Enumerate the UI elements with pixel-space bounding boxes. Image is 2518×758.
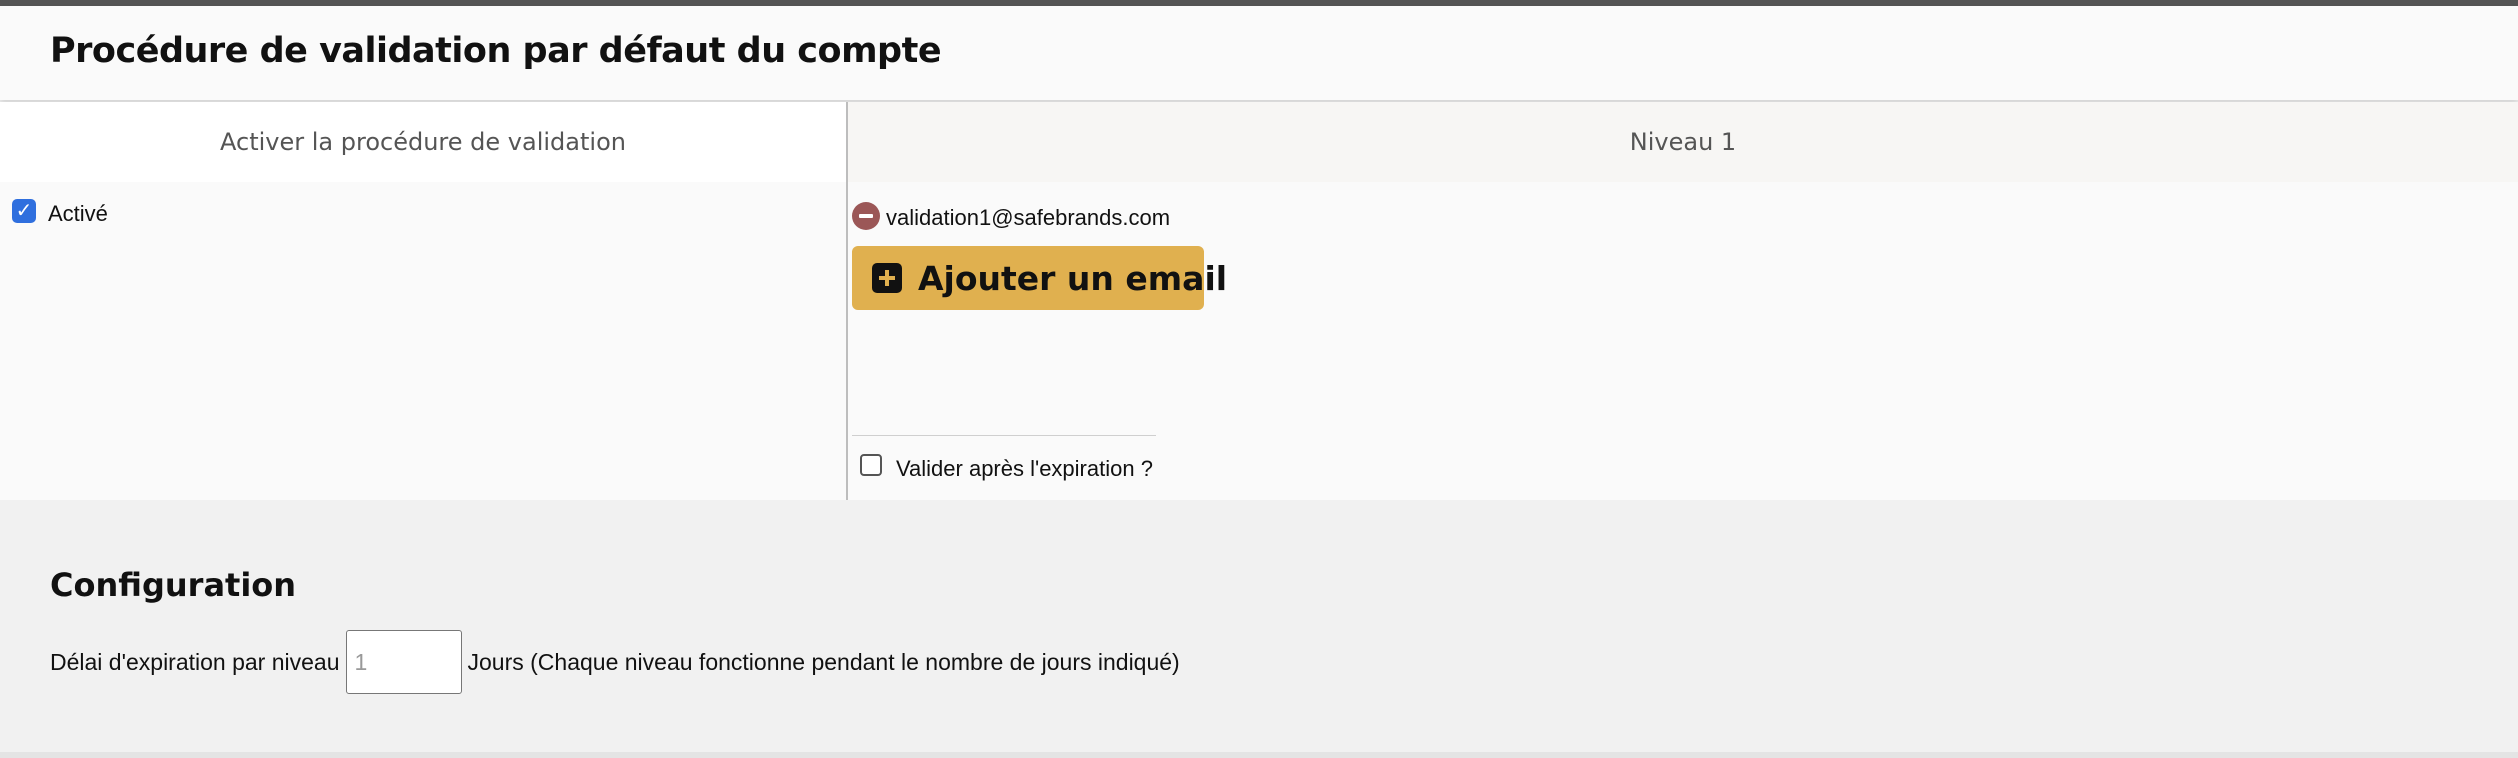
column-divider [846, 102, 848, 500]
plus-square-icon [872, 263, 902, 293]
expiration-delay-input[interactable] [345, 630, 462, 694]
expiration-delay-label: Délai d'expiration par niveau [50, 648, 340, 675]
email-list-item: validation1@safebrands.com [852, 202, 1170, 230]
add-email-button[interactable]: Ajouter un email [852, 246, 1227, 310]
configuration-title: Configuration [50, 566, 297, 604]
email-address: validation1@safebrands.com [886, 205, 1171, 230]
expiration-delay-row: Délai d'expiration par niveau Jours (Cha… [50, 630, 1180, 694]
validate-after-expiration-label: Valider après l'expiration ? [896, 456, 1153, 481]
activate-checkbox-row[interactable]: ✓ Activé [12, 198, 108, 226]
column-header-activate: Activer la procédure de validation [0, 102, 846, 182]
validate-after-expiration-checkbox[interactable] [860, 454, 882, 476]
validation-table: Activer la procédure de validation Nivea… [0, 102, 2518, 500]
separator [852, 435, 1156, 436]
activate-label: Activé [48, 201, 108, 226]
page-header: Procédure de validation par défaut du co… [0, 6, 2518, 100]
page-title: Procédure de validation par défaut du co… [50, 31, 942, 71]
validate-after-expiration-row[interactable]: Valider après l'expiration ? [860, 452, 1153, 481]
remove-email-icon[interactable] [852, 202, 880, 230]
column-header-level-1: Niveau 1 [848, 102, 2518, 182]
expiration-delay-suffix: Jours (Chaque niveau fonctionne pendant … [467, 648, 1180, 675]
bottom-border [0, 752, 2518, 758]
add-email-label: Ajouter un email [918, 258, 1228, 298]
activate-checkbox[interactable]: ✓ [12, 199, 36, 223]
